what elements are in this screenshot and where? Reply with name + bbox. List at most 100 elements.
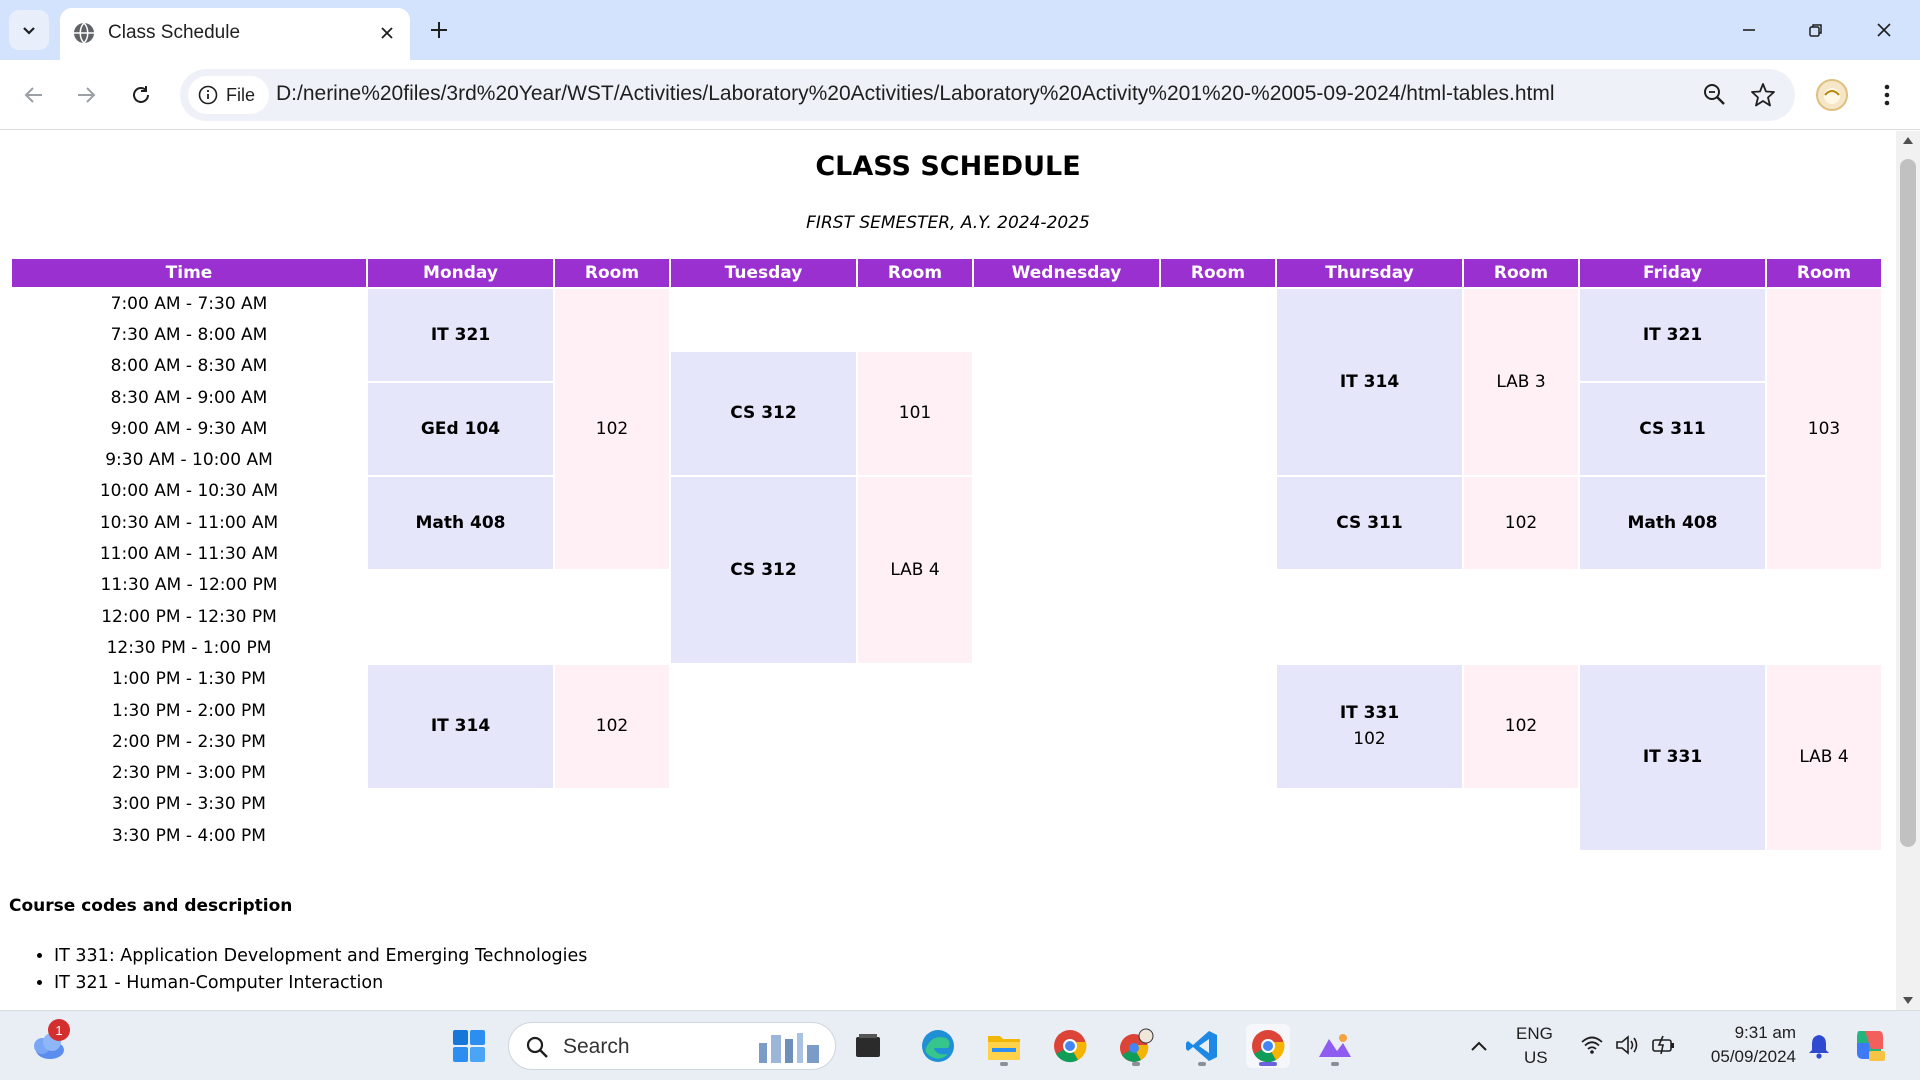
minimize-button[interactable] <box>1724 8 1774 52</box>
tab-class-schedule[interactable]: Class Schedule <box>60 8 410 60</box>
empty-cell <box>1767 571 1881 663</box>
zoom-icon[interactable] <box>1701 81 1729 109</box>
table-row: 1:00 PM - 1:30 PM IT 314 102 IT 331 102 … <box>12 664 1881 851</box>
time-slot: 3:30 PM - 4:00 PM <box>112 825 266 846</box>
column-header-room: Room <box>1464 259 1578 287</box>
time-slot: 12:00 PM - 12:30 PM <box>101 606 277 627</box>
notification-badge: 1 <box>48 1019 70 1041</box>
edge-taskbar-button[interactable] <box>916 1024 960 1068</box>
search-icon <box>526 1036 548 1058</box>
thursday-room-cell: 102 <box>1464 664 1578 788</box>
chrome-active-icon <box>1252 1030 1285 1063</box>
chrome-profile-taskbar-button[interactable] <box>1114 1024 1158 1068</box>
empty-cell <box>1464 571 1578 663</box>
battery-icon[interactable] <box>1651 1033 1677 1057</box>
browser-menu-button[interactable] <box>1872 77 1902 113</box>
column-header-room: Room <box>1161 259 1275 287</box>
time-slot: 11:30 AM - 12:00 PM <box>100 575 278 596</box>
address-bar[interactable]: File D:/nerine%20files/3rd%20Year/WST/Ac… <box>180 69 1795 121</box>
back-icon <box>24 87 42 103</box>
time-slot: 7:30 AM - 8:00 AM <box>110 324 268 345</box>
search-placeholder: Search <box>563 1035 630 1058</box>
column-header-friday: Friday <box>1580 259 1765 287</box>
url-text[interactable]: D:/nerine%20files/3rd%20Year/WST/Activit… <box>276 82 1555 106</box>
thursday-class-cell: IT 314 <box>1277 289 1462 475</box>
running-indicator <box>1000 1062 1008 1066</box>
column-header-room: Room <box>858 259 972 287</box>
volume-icon[interactable] <box>1615 1035 1641 1055</box>
input-region[interactable]: US <box>1524 1048 1548 1068</box>
scroll-down-arrow-icon[interactable] <box>1903 997 1913 1004</box>
start-button[interactable] <box>447 1024 491 1068</box>
column-header-monday: Monday <box>368 259 553 287</box>
info-icon <box>198 85 218 105</box>
start-icon <box>453 1030 485 1062</box>
star-icon[interactable] <box>1749 81 1777 109</box>
course-codes-list: IT 331: Application Development and Emer… <box>54 943 587 997</box>
clock-time[interactable]: 9:31 am <box>1700 1023 1796 1043</box>
taskbar-search-box[interactable]: Search <box>508 1022 836 1070</box>
input-language[interactable]: ENG <box>1516 1024 1553 1044</box>
page-viewport: CLASS SCHEDULE FIRST SEMESTER, A.Y. 2024… <box>0 131 1896 1010</box>
file-explorer-taskbar-button[interactable] <box>982 1024 1026 1068</box>
column-header-wednesday: Wednesday <box>974 259 1159 287</box>
time-slot: 2:30 PM - 3:00 PM <box>112 763 266 784</box>
thursday-class-room: 102 <box>1353 729 1386 750</box>
chrome-icon <box>1054 1030 1087 1063</box>
thursday-class-code: IT 331 <box>1339 703 1400 724</box>
empty-cell <box>555 790 669 851</box>
column-header-room: Room <box>555 259 669 287</box>
scroll-up-arrow-icon[interactable] <box>1903 137 1913 144</box>
scrollbar-thumb[interactable] <box>1900 159 1916 847</box>
restore-button[interactable] <box>1791 8 1841 52</box>
notification-bell-icon[interactable] <box>1808 1033 1830 1059</box>
vscode-icon <box>1186 1031 1217 1061</box>
monday-class-cell: Math 408 <box>368 476 553 569</box>
chrome-taskbar-button[interactable] <box>1048 1024 1092 1068</box>
tuesday-room-cell: LAB 4 <box>858 476 972 663</box>
edge-icon <box>922 1030 954 1062</box>
plus-icon <box>431 22 447 38</box>
forward-button[interactable] <box>64 73 108 117</box>
reload-button[interactable] <box>119 73 163 117</box>
chrome-active-taskbar-button[interactable] <box>1246 1024 1290 1068</box>
new-tab-button[interactable] <box>423 14 455 46</box>
profile-avatar[interactable] <box>1816 79 1848 111</box>
taskbar: 1 Search ENG US 9:31 am 05/09/2024 <box>0 1010 1920 1080</box>
photos-taskbar-button[interactable] <box>1313 1024 1357 1068</box>
time-slot: 11:00 AM - 11:30 AM <box>99 544 279 565</box>
show-hidden-icons-button[interactable] <box>1457 1024 1501 1068</box>
task-view-button[interactable] <box>846 1024 890 1068</box>
tuesday-room-cell: 101 <box>858 351 972 475</box>
list-item: IT 321 - Human-Computer Interaction <box>54 970 587 997</box>
photos-icon <box>1319 1034 1351 1057</box>
friday-class-cell: Math 408 <box>1580 476 1765 569</box>
forward-icon <box>78 87 96 103</box>
close-window-button[interactable] <box>1859 8 1909 52</box>
empty-cell <box>368 790 553 851</box>
time-slot: 9:30 AM - 10:00 AM <box>105 450 273 471</box>
column-header-tuesday: Tuesday <box>671 259 856 287</box>
column-header-room: Room <box>1767 259 1881 287</box>
friday-room-cell: LAB 4 <box>1767 664 1881 851</box>
copilot-icon[interactable] <box>1851 1027 1887 1063</box>
clock-date[interactable]: 05/09/2024 <box>1690 1047 1796 1067</box>
course-codes-heading: Course codes and description <box>9 896 293 916</box>
empty-cell <box>1161 289 1275 850</box>
friday-class-cell: IT 321 <box>1580 289 1765 381</box>
friday-class-cell: CS 311 <box>1580 382 1765 475</box>
chrome-profile-icon <box>1120 1028 1154 1062</box>
vscode-taskbar-button[interactable] <box>1180 1024 1224 1068</box>
running-indicator <box>1331 1062 1339 1066</box>
close-icon <box>381 27 393 39</box>
vertical-scrollbar[interactable] <box>1896 131 1920 1010</box>
back-button[interactable] <box>12 73 56 117</box>
tab-strip: Class Schedule <box>0 0 1920 60</box>
tab-search-button[interactable] <box>9 10 49 50</box>
file-explorer-icon <box>988 1036 1020 1060</box>
tab-close-button[interactable] <box>374 20 400 46</box>
wifi-icon[interactable] <box>1580 1035 1604 1055</box>
tuesday-class-cell: CS 312 <box>671 476 856 663</box>
time-slot: 9:00 AM - 9:30 AM <box>110 418 268 439</box>
site-info-button[interactable]: File <box>188 76 270 114</box>
